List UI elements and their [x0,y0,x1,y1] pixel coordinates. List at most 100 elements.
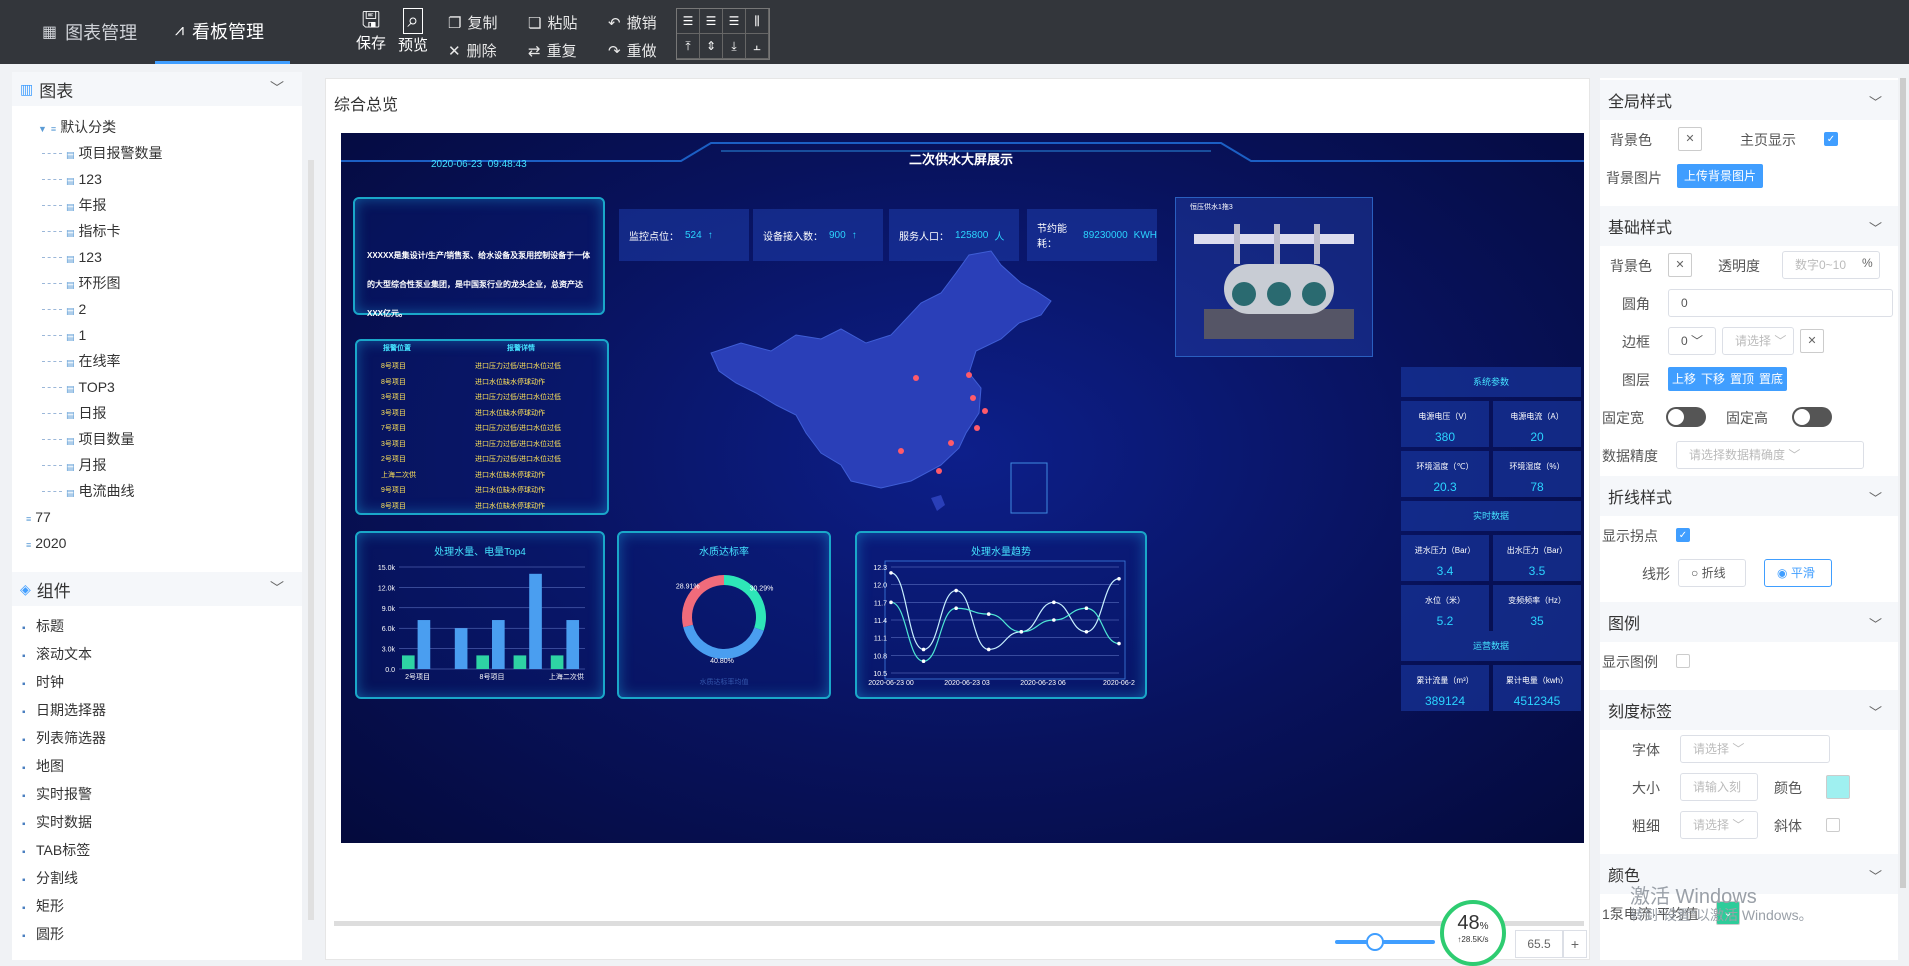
tick-color-picker[interactable] [1826,775,1850,799]
basic-style-header[interactable]: 基础样式 ﹀ [1600,206,1898,246]
table-row[interactable]: 2号项目 进口压力过低/进口水位过低 [357,454,607,468]
tree-item[interactable]: ≡ 77 [12,504,302,530]
component-item[interactable]: ▪ 列表筛选器 [12,724,302,752]
radius-input[interactable]: 0 [1668,289,1893,317]
line-chart-panel[interactable]: 处理水量趋势 10.5 10.8 11.1 11.4 11.7 12.0 12.3 2020-… [855,531,1147,699]
component-item[interactable]: ▪ 时钟 [12,668,302,696]
line-style-header[interactable]: 折线样式 ﹀ [1600,476,1898,516]
align-middle-icon[interactable]: ⇕ [700,34,723,59]
component-item[interactable]: ▪ 实时报警 [12,780,302,808]
tree-item[interactable]: ▤ TOP3 [12,374,302,400]
table-row[interactable]: 3号项目 进口压力过低/进口水位过低 [357,392,607,406]
repeat-button[interactable]: ⇄ 重复 [528,40,577,61]
tree-root[interactable]: ▼ ≡ 默认分类 [12,114,302,140]
component-item[interactable]: ▪ 日期选择器 [12,696,302,724]
tree-item[interactable]: ▤ 电流曲线 [12,478,302,504]
component-item[interactable]: ▪ 矩形 [12,892,302,920]
component-item[interactable]: ▪ 分割线 [12,864,302,892]
upload-bg-button[interactable]: 上传背景图片 [1677,164,1764,188]
tree-item[interactable]: ▤ 年报 [12,192,302,218]
table-row[interactable]: 3号项目 进口水位缺水停球动作 [357,408,607,422]
tree-item[interactable]: ▤ 2 [12,296,302,322]
china-map[interactable] [701,243,1081,543]
table-row[interactable]: 9号项目 进口水位缺水停球动作 [357,485,607,499]
preview-button[interactable]: ⌕ 预览 [398,8,428,55]
copy-button[interactable]: ❐ 复制 [448,12,497,33]
tree-item[interactable]: ≡ 2020 [12,530,302,556]
align-center-icon[interactable]: ☰ [700,9,723,34]
size-input[interactable]: 请输入刻 [1680,773,1758,801]
tree-item[interactable]: ▤ 指标卡 [12,218,302,244]
table-row[interactable]: 8号项目 进口水位缺水停球动作 [357,501,607,515]
layer-button[interactable]: 下移 [1697,367,1730,391]
zoom-slider-handle[interactable] [1366,933,1384,951]
table-row[interactable]: 7号项目 进口压力过低/进口水位过低 [357,423,607,437]
align-bottom-icon[interactable]: ⤓ [723,34,746,59]
zoom-slider-track[interactable] [1335,940,1435,944]
redo-button[interactable]: ↷ 重做 [608,40,657,61]
tab-board-management[interactable]: ⩘ 看板管理 [155,0,290,64]
component-item[interactable]: ▪ TAB标签 [12,836,302,864]
home-show-checkbox[interactable]: ✓ [1824,132,1838,146]
tree-item[interactable]: ▤ 1 [12,322,302,348]
paste-button[interactable]: ❏ 粘贴 [528,12,577,33]
device-panel[interactable]: 恒压供水1拖3 [1175,197,1373,357]
align-left-icon[interactable]: ☰ [677,9,700,34]
zoom-input[interactable]: 65.5 [1515,930,1563,958]
italic-checkbox[interactable] [1826,818,1840,832]
align-right-icon[interactable]: ☰ [723,9,746,34]
tree-item[interactable]: ▤ 项目报警数量 [12,140,302,166]
tree-item[interactable]: ▤ 日报 [12,400,302,426]
components-section-header[interactable]: ◈ 组件 ﹀ [12,572,302,606]
distribute-icon[interactable]: ⫠ [746,34,769,59]
tree-item[interactable]: ▤ 项目数量 [12,426,302,452]
global-style-header[interactable]: 全局样式 ﹀ [1600,80,1898,120]
border-width-select[interactable]: 0 ﹀ [1668,327,1716,355]
table-row[interactable]: 8号项目 进口水位缺水停球动作 [357,377,607,391]
bar-chart-panel[interactable]: 处理水量、电量Top4 0.0 3.0k 6.0k 9.0k 12.0k 15.0k 2号项… [355,531,605,699]
tree-item[interactable]: ▤ 月报 [12,452,302,478]
charts-section-header[interactable]: ▥ 图表 ﹀ [12,72,302,106]
global-bg-color-picker[interactable]: ✕ [1678,127,1702,151]
alarm-panel[interactable]: 报警位置 报警详情 8号项目 进口压力过低/进口水位过低 8号项目 进口水位缺水停球动… [355,339,609,515]
shape-smooth-radio[interactable]: ◉ 平滑 [1764,559,1832,587]
weight-select[interactable]: 请选择 ﹀ [1680,811,1758,839]
precision-select[interactable]: 请选择数据精确度 ﹀ [1676,441,1864,469]
border-style-select[interactable]: 请选择 ﹀ [1722,327,1794,355]
tree-item[interactable]: ▤ 环形图 [12,270,302,296]
layer-button[interactable]: 置顶 [1726,367,1759,391]
dashboard-screen[interactable]: 二次供水大屏展示 2020-06-23 09:48:43 XXXXX是集设计/生… [341,133,1584,843]
fixed-width-switch[interactable] [1666,407,1706,427]
show-points-checkbox[interactable]: ✓ [1676,528,1690,542]
tick-label-header[interactable]: 刻度标签 ﹀ [1600,690,1898,730]
tree-item[interactable]: ▤ 123 [12,166,302,192]
intro-panel[interactable]: XXXXX是集设计/生产/销售泵、给水设备及泵用控制设备于一体的大型综合性泵业集… [353,197,605,318]
save-button[interactable]: 🖫 保存 [356,8,386,53]
font-select[interactable]: 请选择 ﹀ [1680,735,1830,763]
table-row[interactable]: 8号项目 进口压力过低/进口水位过低 [357,361,607,375]
basic-bg-color-picker[interactable]: ✕ [1668,253,1692,277]
shape-poly-radio[interactable]: ○ 折线 [1678,559,1746,587]
right-scrollbar[interactable] [1900,78,1906,888]
component-item[interactable]: ▪ 圆形 [12,920,302,948]
component-item[interactable]: ▪ 实时数据 [12,808,302,836]
table-row[interactable]: 上海二次供 进口水位缺水停球动作 [357,470,607,484]
align-vcenter-icon[interactable]: ⫼ [746,9,769,34]
donut-chart-panel[interactable]: 水质达标率 30.29% 40.80% 28.91% 水质达标率均值 [617,531,831,699]
left-scrollbar[interactable] [308,160,314,920]
layer-button[interactable]: 置底 [1755,367,1788,391]
tree-item[interactable]: ▤ 123 [12,244,302,270]
layer-button[interactable]: 上移 [1668,367,1701,391]
component-item[interactable]: ▪ 滚动文本 [12,640,302,668]
table-row[interactable]: 3号项目 进口压力过低/进口水位过低 [357,439,607,453]
fixed-height-switch[interactable] [1792,407,1832,427]
horizontal-scrollbar[interactable] [334,921,1584,926]
align-top-icon[interactable]: ⤒ [677,34,700,59]
show-legend-checkbox[interactable] [1676,654,1690,668]
component-item[interactable]: ▪ 地图 [12,752,302,780]
component-item[interactable]: ▪ 标题 [12,612,302,640]
border-color-picker[interactable]: ✕ [1800,329,1824,353]
undo-button[interactable]: ↶ 撤销 [608,12,657,33]
zoom-plus-button[interactable]: + [1563,930,1587,958]
tree-item[interactable]: ▤ 在线率 [12,348,302,374]
